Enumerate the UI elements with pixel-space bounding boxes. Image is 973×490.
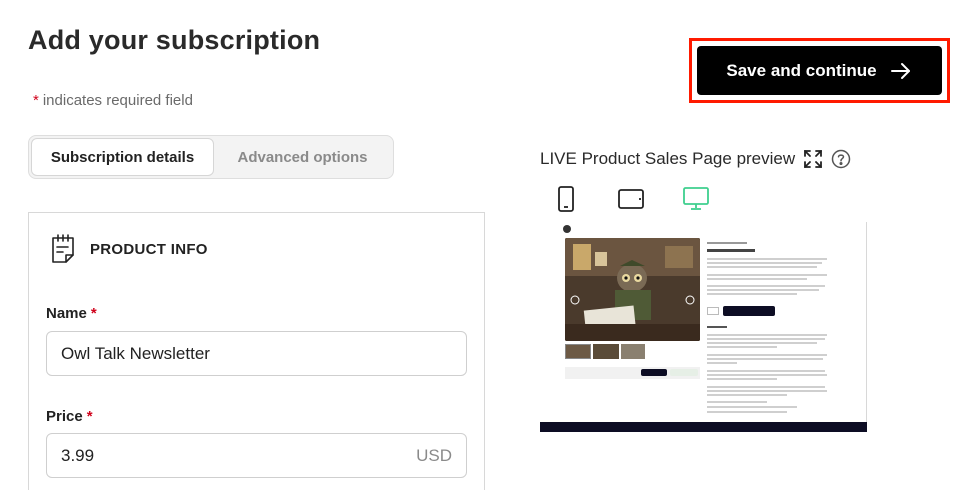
save-button-highlight: Save and continue xyxy=(689,38,950,103)
arrow-right-icon xyxy=(890,62,910,79)
preview-title: LIVE Product Sales Page preview xyxy=(540,149,796,168)
price-input-value: 3.99 xyxy=(61,445,95,465)
preview-product-image xyxy=(565,238,700,341)
preview-line xyxy=(707,386,825,388)
preview-heading-line xyxy=(707,249,755,252)
preview-line xyxy=(707,278,807,280)
required-star: * xyxy=(86,408,93,425)
preview-footer-bar xyxy=(540,422,867,432)
name-input[interactable]: Owl Talk Newsletter xyxy=(46,331,467,376)
preview-line xyxy=(707,274,827,276)
name-input-value: Owl Talk Newsletter xyxy=(61,343,210,363)
price-input[interactable]: 3.99 USD xyxy=(46,433,467,478)
phone-icon xyxy=(558,186,574,212)
preview-line xyxy=(707,374,827,376)
preview-button xyxy=(670,369,698,376)
preview-line xyxy=(707,258,827,260)
preview-line xyxy=(707,293,797,295)
currency-suffix: USD xyxy=(416,445,452,465)
preview-line xyxy=(707,378,777,380)
preview-line xyxy=(707,242,747,244)
device-tablet-button[interactable] xyxy=(618,189,644,214)
preview-thumb xyxy=(565,344,591,359)
save-button-label: Save and continue xyxy=(726,60,877,80)
preview-button xyxy=(641,369,667,376)
product-info-title: PRODUCT INFO xyxy=(90,240,208,258)
preview-line xyxy=(707,342,817,344)
page-title: Add your subscription xyxy=(28,25,321,55)
preview-line xyxy=(707,370,825,372)
preview-line xyxy=(707,401,767,403)
expand-icon[interactable] xyxy=(803,149,823,169)
required-star: * xyxy=(90,305,97,322)
preview-thumb xyxy=(593,344,619,359)
device-desktop-button[interactable] xyxy=(683,187,709,216)
desktop-icon xyxy=(683,187,709,210)
preview-buy-button xyxy=(723,306,775,316)
save-and-continue-button[interactable]: Save and continue xyxy=(697,46,942,95)
preview-line xyxy=(707,394,787,396)
preview-line xyxy=(707,262,822,264)
device-mobile-button[interactable] xyxy=(557,186,575,217)
tab-subscription-details[interactable]: Subscription details xyxy=(31,138,214,176)
required-star: * xyxy=(33,92,39,109)
tablet-icon xyxy=(618,189,644,209)
product-info-card: PRODUCT INFO Name * Owl Talk Newsletter P… xyxy=(28,212,485,490)
preview-line xyxy=(707,406,797,408)
preview-header: LIVE Product Sales Page preview xyxy=(540,149,851,169)
preview-line xyxy=(707,354,827,356)
preview-line xyxy=(707,334,827,336)
help-icon[interactable] xyxy=(831,149,851,169)
name-label: Name * xyxy=(46,305,97,322)
preview-qty xyxy=(707,307,719,315)
product-info-header: PRODUCT INFO xyxy=(48,233,208,265)
name-label-text: Name xyxy=(46,305,87,322)
preview-line xyxy=(707,289,819,291)
preview-line xyxy=(707,411,787,413)
preview-line xyxy=(707,285,825,287)
preview-line xyxy=(707,346,777,348)
tab-advanced-options[interactable]: Advanced options xyxy=(214,138,391,176)
preview-line xyxy=(707,362,737,364)
preview-thumb xyxy=(621,344,645,359)
price-label: Price * xyxy=(46,408,93,425)
preview-line xyxy=(707,338,825,340)
preview-line xyxy=(707,266,817,268)
sticky-note-icon xyxy=(52,234,74,263)
form-tabs: Subscription details Advanced options xyxy=(28,135,394,179)
preview-line xyxy=(707,390,827,392)
required-field-note: * indicates required field xyxy=(33,92,193,109)
price-label-text: Price xyxy=(46,408,83,425)
preview-line xyxy=(707,326,727,328)
required-note-text: indicates required field xyxy=(42,92,193,109)
preview-line xyxy=(707,358,823,360)
preview-logo xyxy=(563,225,571,233)
sales-page-preview xyxy=(540,222,867,432)
